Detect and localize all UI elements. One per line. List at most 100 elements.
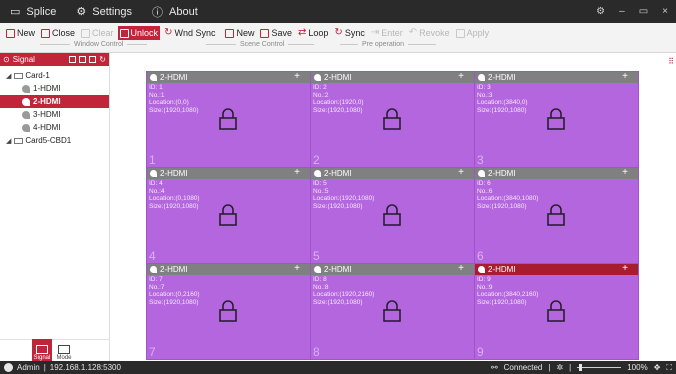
restore-button[interactable]: ▭ bbox=[639, 6, 648, 17]
screen-window-title: 2-HDMI bbox=[324, 169, 352, 178]
screen-location: Location:(1920,1080) bbox=[313, 195, 375, 202]
tree-item-1-hdmi[interactable]: 1-HDMI bbox=[0, 82, 109, 95]
screen-no: No.:4 bbox=[149, 187, 165, 195]
window-close-button[interactable]: Close bbox=[39, 26, 77, 40]
expand-arrow-icon[interactable]: ◢ bbox=[6, 137, 11, 145]
tree-item-3-hdmi[interactable]: 3-HDMI bbox=[0, 108, 109, 121]
lock-icon[interactable] bbox=[383, 204, 401, 226]
add-icon[interactable] bbox=[69, 55, 77, 63]
minimize-button[interactable]: – bbox=[619, 6, 625, 17]
window-clear-button[interactable]: Clear bbox=[79, 26, 116, 40]
toolbar-buttons: New Close Clear Unlock ↻ Wnd Sync New Sav… bbox=[4, 26, 493, 40]
scene-sync-button[interactable]: ↻ Sync bbox=[332, 26, 366, 40]
screen-size: Size:(1920,1080) bbox=[149, 202, 199, 210]
lock-icon[interactable] bbox=[219, 300, 237, 322]
pre-revoke-button[interactable]: ↶ Revoke bbox=[407, 26, 452, 40]
add-icon[interactable]: + bbox=[458, 168, 464, 178]
refresh-icon[interactable]: ↻ bbox=[99, 55, 106, 64]
pre-enter-button[interactable]: ⇥ Enter bbox=[369, 26, 405, 40]
tree-item-2-hdmi[interactable]: 2-HDMI bbox=[0, 95, 109, 108]
zoom-slider-knob[interactable] bbox=[579, 364, 583, 371]
scene-save-button[interactable]: Save bbox=[258, 26, 294, 40]
scene-new-button[interactable]: New bbox=[223, 26, 256, 40]
add-icon[interactable]: + bbox=[622, 168, 628, 178]
settings-icon[interactable]: ✲ bbox=[556, 363, 563, 372]
screen-window[interactable]: 2-HDMI + ID: 7 No.:7 Location:(0,2160) Size:(… bbox=[146, 263, 311, 360]
splice-canvas[interactable]: ⠿ 2-HDMI + ID: 1 No.:1 Location:(0,0) Size:(1… bbox=[111, 53, 676, 361]
signal-mode-button[interactable]: Signal bbox=[32, 339, 52, 361]
fullscreen-icon[interactable]: ⛶ bbox=[666, 363, 672, 373]
add-icon[interactable]: + bbox=[294, 168, 300, 178]
screen-window[interactable]: 2-HDMI + ID: 3 No.:3 Location:(3840,0) Size:(… bbox=[474, 71, 639, 168]
grid-handle-icon[interactable]: ⠿ bbox=[668, 57, 674, 66]
screen-window-title: 2-HDMI bbox=[160, 265, 188, 274]
screen-window[interactable]: 2-HDMI + ID: 4 No.:4 Location:(0,1080) Size:(… bbox=[146, 167, 311, 264]
screen-window-header[interactable]: 2-HDMI + bbox=[147, 168, 310, 179]
lock-icon[interactable] bbox=[547, 108, 565, 130]
screen-window-header[interactable]: 2-HDMI + bbox=[311, 264, 474, 275]
tab-settings[interactable]: ⚙ Settings bbox=[66, 0, 142, 23]
screen-window[interactable]: 2-HDMI + ID: 2 No.:2 Location:(1920,0) Size:(… bbox=[310, 71, 475, 168]
remove-icon[interactable] bbox=[79, 55, 87, 63]
screen-window-header[interactable]: 2-HDMI + bbox=[311, 72, 474, 83]
scene-loop-button[interactable]: ⇄ Loop bbox=[296, 26, 330, 40]
screen-window[interactable]: 2-HDMI + ID: 5 No.:5 Location:(1920,1080) Siz… bbox=[310, 167, 475, 264]
divider: | bbox=[548, 363, 551, 372]
screen-window[interactable]: 2-HDMI + ID: 8 No.:8 Location:(1920,2160) Siz… bbox=[310, 263, 475, 360]
close-button[interactable]: × bbox=[662, 6, 668, 17]
lock-icon[interactable] bbox=[219, 108, 237, 130]
screen-window[interactable]: 2-HDMI + ID: 1 No.:1 Location:(0,0) Size:(192… bbox=[146, 71, 311, 168]
add-icon[interactable]: + bbox=[458, 72, 464, 82]
window-close-label: Close bbox=[52, 28, 76, 38]
zoom-slider[interactable] bbox=[577, 363, 622, 372]
screen-window-header[interactable]: 2-HDMI + bbox=[311, 168, 474, 179]
lock-icon[interactable] bbox=[383, 300, 401, 322]
pre-apply-button[interactable]: Apply bbox=[454, 26, 492, 40]
add-icon[interactable]: + bbox=[294, 264, 300, 274]
add-icon[interactable]: + bbox=[458, 264, 464, 274]
toolbar: New Close Clear Unlock ↻ Wnd Sync New Sav… bbox=[0, 23, 676, 53]
settings-icon[interactable]: ⚙ bbox=[596, 6, 605, 17]
window-unlock-button[interactable]: Unlock bbox=[117, 26, 161, 40]
tree-item-4-hdmi[interactable]: 4-HDMI bbox=[0, 121, 109, 134]
screen-number: 7 bbox=[149, 345, 156, 359]
expand-arrow-icon[interactable]: ◢ bbox=[6, 72, 11, 80]
screen-window-header[interactable]: 2-HDMI + bbox=[475, 264, 638, 275]
mode-button[interactable]: Mode bbox=[54, 339, 74, 361]
screen-id: ID: 8 bbox=[313, 276, 327, 283]
tree-item-card5-cbd1[interactable]: ◢ Card5-CBD1 bbox=[0, 134, 109, 147]
screen-window-info: ID: 1 No.:1 Location:(0,0) Size:(1920,1080) bbox=[149, 84, 199, 114]
scene-save-label: Save bbox=[271, 28, 292, 38]
screen-window-header[interactable]: 2-HDMI + bbox=[147, 264, 310, 275]
wnd-sync-button[interactable]: ↻ Wnd Sync bbox=[162, 26, 217, 40]
screen-number: 4 bbox=[149, 249, 156, 263]
screen-id: ID: 3 bbox=[477, 84, 491, 91]
screen-location: Location:(3840,1080) bbox=[477, 195, 539, 202]
tab-settings-label: Settings bbox=[92, 5, 132, 18]
screen-window-header[interactable]: 2-HDMI + bbox=[147, 72, 310, 83]
tab-splice[interactable]: ▭ Splice bbox=[0, 0, 66, 23]
window-new-button[interactable]: New bbox=[4, 26, 37, 40]
add-icon[interactable]: + bbox=[294, 72, 300, 82]
screen-window-header[interactable]: 2-HDMI + bbox=[475, 168, 638, 179]
lock-icon[interactable] bbox=[219, 204, 237, 226]
new-scene-icon bbox=[225, 28, 235, 38]
hdmi-icon bbox=[150, 74, 157, 81]
screen-window-header[interactable]: 2-HDMI + bbox=[475, 72, 638, 83]
screen-id: ID: 5 bbox=[313, 180, 327, 187]
lock-icon[interactable] bbox=[383, 108, 401, 130]
add-icon[interactable]: + bbox=[622, 72, 628, 82]
screen-number: 6 bbox=[477, 249, 484, 263]
edit-icon[interactable] bbox=[89, 55, 97, 63]
screen-window[interactable]: 2-HDMI + ID: 9 No.:9 Location:(3840,2160) Siz… bbox=[474, 263, 639, 360]
lock-icon[interactable] bbox=[547, 204, 565, 226]
fit-icon[interactable]: ✥ bbox=[654, 363, 661, 372]
lock-icon[interactable] bbox=[547, 300, 565, 322]
tab-about[interactable]: ⓘ About bbox=[142, 0, 208, 23]
zoom-slider-track bbox=[577, 367, 622, 368]
screen-window[interactable]: 2-HDMI + ID: 6 No.:6 Location:(3840,1080) Siz… bbox=[474, 167, 639, 264]
screen-no: No.:5 bbox=[313, 187, 329, 195]
user-name[interactable]: Admin bbox=[17, 363, 40, 372]
add-icon[interactable]: + bbox=[622, 264, 628, 274]
tree-item-card-1[interactable]: ◢ Card-1 bbox=[0, 69, 109, 82]
